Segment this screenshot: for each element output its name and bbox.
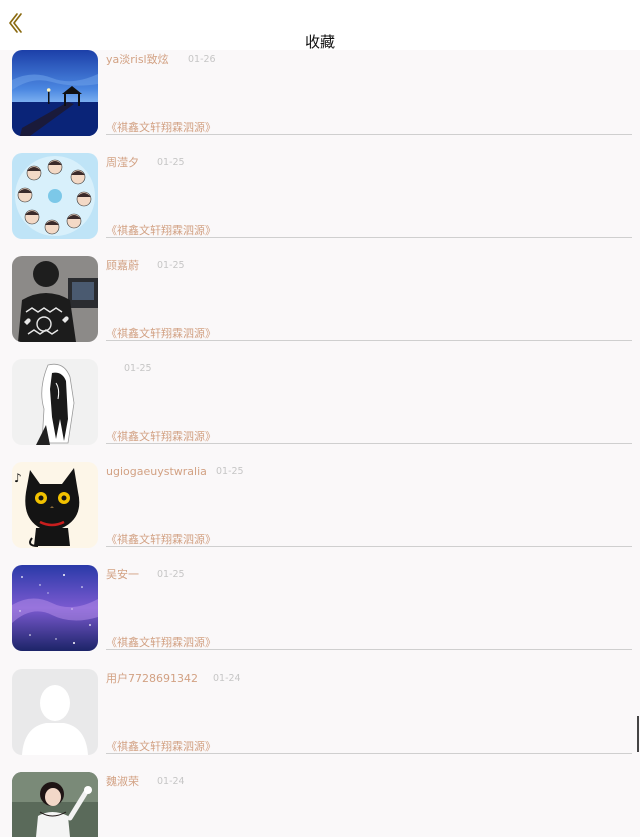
username: 顾嘉蔚 xyxy=(106,259,139,272)
page-title: 收藏 xyxy=(304,33,335,51)
divider xyxy=(106,443,632,444)
girl-in-white-dress-photo xyxy=(12,772,98,837)
divider xyxy=(106,237,632,238)
username: 用户7728691342 xyxy=(106,672,198,685)
divider xyxy=(106,753,632,754)
book-title-link[interactable]: 《祺鑫文轩翔霖泗源》 xyxy=(106,121,216,135)
favorite-item[interactable]: 周滢夕 01-25 《祺鑫文轩翔霖泗源》 xyxy=(0,153,640,243)
date: 01-25 xyxy=(157,157,185,168)
divider xyxy=(106,546,632,547)
book-title-link[interactable]: 《祺鑫文轩翔霖泗源》 xyxy=(106,533,216,547)
date: 01-25 xyxy=(157,569,185,580)
avatar[interactable] xyxy=(12,669,98,755)
favorite-item[interactable]: ♪ ugiogaeuystwralia 01-25 《祺鑫文轩翔霖泗源》 xyxy=(0,462,640,552)
divider xyxy=(106,134,632,135)
sketch-girl-drawing xyxy=(12,359,98,445)
avatar[interactable] xyxy=(12,359,98,445)
default-avatar-silhouette xyxy=(12,669,98,755)
book-title-link[interactable]: 《祺鑫文轩翔霖泗源》 xyxy=(106,224,216,238)
person-in-patterned-sweater-photo xyxy=(12,256,98,342)
username: 吴安一 xyxy=(106,568,139,581)
svg-text:♪: ♪ xyxy=(14,471,22,485)
avatar[interactable] xyxy=(12,565,98,651)
avatar[interactable] xyxy=(12,50,98,136)
book-title-link[interactable]: 《祺鑫文轩翔霖泗源》 xyxy=(106,740,216,754)
favorite-item[interactable]: 魏淑荣 01-24 xyxy=(0,772,640,837)
date: 01-24 xyxy=(157,776,185,787)
favorite-item[interactable]: 用户7728691342 01-24 《祺鑫文轩翔霖泗源》 xyxy=(0,669,640,759)
favorite-item[interactable]: 01-25 《祺鑫文轩翔霖泗源》 xyxy=(0,359,640,449)
username: 魏淑荣 xyxy=(106,775,139,788)
avatar[interactable]: ♪ xyxy=(12,462,98,548)
book-title-link[interactable]: 《祺鑫文轩翔霖泗源》 xyxy=(106,636,216,650)
divider xyxy=(106,649,632,650)
black-cat-cartoon: ♪ xyxy=(12,462,98,548)
username: ya淡risl致炫 xyxy=(106,53,169,66)
date: 01-24 xyxy=(213,673,241,684)
book-title-link[interactable]: 《祺鑫文轩翔霖泗源》 xyxy=(106,430,216,444)
date: 01-26 xyxy=(188,54,216,65)
username: ugiogaeuystwralia xyxy=(106,465,207,478)
starry-purple-sky-image xyxy=(12,565,98,651)
book-title-link[interactable]: 《祺鑫文轩翔霖泗源》 xyxy=(106,327,216,341)
date: 01-25 xyxy=(216,466,244,477)
divider xyxy=(106,340,632,341)
date: 01-25 xyxy=(157,260,185,271)
nav-bar: 收藏 xyxy=(0,0,640,51)
avatar[interactable] xyxy=(12,256,98,342)
back-button[interactable] xyxy=(6,11,28,35)
favorite-item[interactable]: ya淡risl致炫 01-26 《祺鑫文轩翔霖泗源》 xyxy=(0,50,640,140)
favorite-item[interactable]: 吴安一 01-25 《祺鑫文轩翔霖泗源》 xyxy=(0,565,640,655)
date: 01-25 xyxy=(124,363,152,374)
username: 周滢夕 xyxy=(106,156,139,169)
favorite-item[interactable]: 顾嘉蔚 01-25 《祺鑫文轩翔霖泗源》 xyxy=(0,256,640,346)
chevron-left-icon xyxy=(9,13,22,33)
scroll-indicator[interactable] xyxy=(637,716,639,752)
blue-dusk-pavilion-photo xyxy=(12,50,98,136)
avatar[interactable] xyxy=(12,772,98,837)
avatar[interactable] xyxy=(12,153,98,239)
anime-circle-group-image xyxy=(12,153,98,239)
